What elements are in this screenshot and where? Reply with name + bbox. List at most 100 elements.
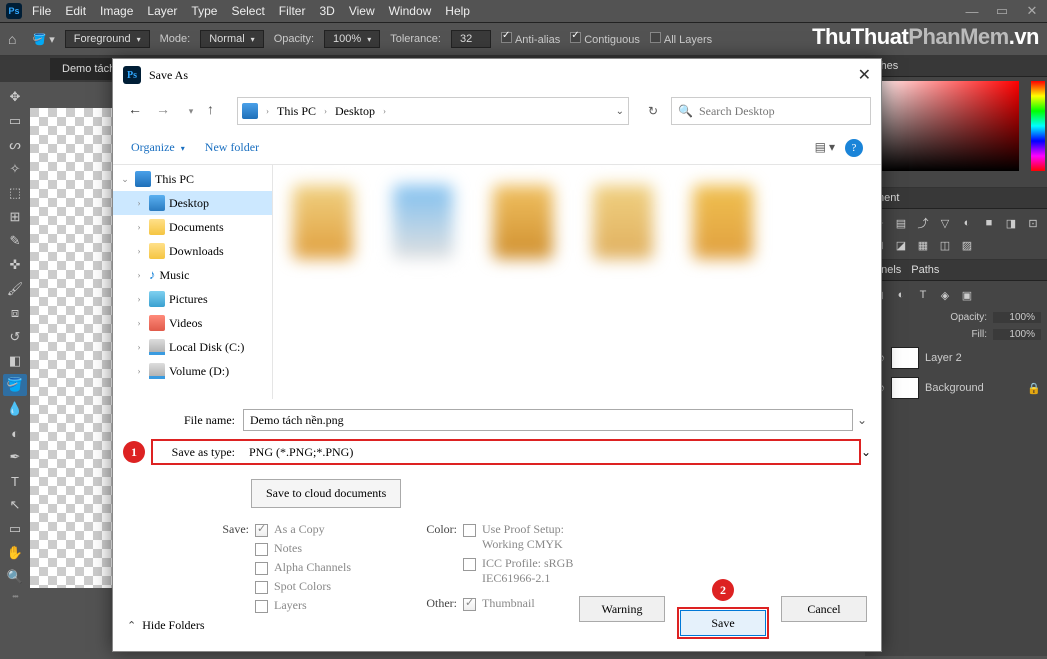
refresh-button[interactable]: ↻ [639,97,667,125]
menu-view[interactable]: View [349,4,375,18]
paint-bucket-tool[interactable]: 🪣 [3,374,27,396]
menu-edit[interactable]: Edit [65,4,86,18]
breadcrumb-bar[interactable]: › This PC › Desktop › ⌄ [237,97,629,125]
path-select-tool[interactable]: ↖ [3,494,27,516]
layer-opacity-value[interactable]: 100% [993,312,1041,323]
mode-dropdown[interactable]: Normal▾ [200,30,263,48]
adj-invert-icon[interactable]: ◪ [893,237,909,253]
filename-input[interactable]: Demo tách nền.png [243,409,853,431]
tree-disk-d[interactable]: ›Volume (D:) [113,359,272,383]
hand-tool[interactable]: ✋ [3,542,27,564]
help-button[interactable]: ? [845,139,863,157]
move-tool[interactable]: ✥ [3,86,27,108]
dialog-close-button[interactable]: ✕ [858,65,871,85]
quick-select-tool[interactable]: ✧ [3,158,27,180]
file-item[interactable] [293,185,353,259]
pen-tool[interactable]: ✒ [3,446,27,468]
menu-filter[interactable]: Filter [279,4,306,18]
save-to-cloud-button[interactable]: Save to cloud documents [251,479,401,508]
tree-pictures[interactable]: ›Pictures [113,287,272,311]
menu-3d[interactable]: 3D [319,4,334,18]
adj-levels-icon[interactable]: ▤ [893,215,909,231]
savetype-caret[interactable]: ⌄ [861,445,871,460]
tree-this-pc[interactable]: ⌄This PC [113,167,272,191]
heal-tool[interactable]: ✜ [3,254,27,276]
lasso-tool[interactable]: ᔕ [3,134,27,156]
nav-up-button[interactable]: ↑ [207,103,227,119]
type-filter-icon[interactable]: T [915,287,931,303]
tree-desktop[interactable]: ›Desktop [113,191,272,215]
adj-photo-filter-icon[interactable]: ⊡ [1025,215,1041,231]
file-item[interactable] [493,185,553,259]
thumbnail-checkbox[interactable] [463,598,476,611]
opacity-value[interactable]: 100%▾ [324,30,380,48]
dodge-tool[interactable]: ◐ [3,422,27,444]
organize-button[interactable]: Organize▾ [131,140,185,155]
menu-type[interactable]: Type [191,4,217,18]
tree-downloads[interactable]: ›Downloads [113,239,272,263]
adj-threshold-icon[interactable]: ◫ [937,237,953,253]
shape-filter-icon[interactable]: ◈ [937,287,953,303]
window-minimize[interactable]: — [957,1,987,21]
file-item[interactable] [393,185,453,259]
layer-row-layer2[interactable]: 👁Layer 2 [865,343,1047,373]
menu-window[interactable]: Window [389,4,432,18]
paths-tab[interactable]: Paths [911,264,939,276]
nav-forward-button[interactable]: → [151,103,175,119]
file-item[interactable] [693,185,753,259]
eraser-tool[interactable]: ◧ [3,350,27,372]
color-picker-box[interactable] [869,81,1019,171]
layer-fill-value[interactable]: 100% [993,329,1041,340]
brush-tool[interactable]: 🖌 [3,278,27,300]
crop-tool[interactable]: ⬚ [3,182,27,204]
menu-select[interactable]: Select [231,4,264,18]
antialias-checkbox[interactable]: Anti-alias [501,32,560,46]
adj-hue-icon[interactable]: ■ [981,215,997,231]
hue-slider[interactable] [1031,81,1045,171]
adj-exposure-icon[interactable]: ▽ [937,215,953,231]
filename-dropdown[interactable]: ⌄ [853,413,871,428]
history-brush-tool[interactable]: ↺ [3,326,27,348]
zoom-tool[interactable]: 🔍 [3,566,27,588]
lock-icon[interactable]: 🔒 [1027,382,1041,395]
frame-tool[interactable]: ⊞ [3,206,27,228]
adj-bw-icon[interactable]: ◨ [1003,215,1019,231]
bucket-tool-icon[interactable]: 🪣 ▾ [32,33,54,46]
tree-documents[interactable]: ›Documents [113,215,272,239]
cancel-button[interactable]: Cancel [781,596,867,622]
crumb-desktop[interactable]: Desktop [335,104,375,119]
menu-help[interactable]: Help [445,4,470,18]
mask-icon[interactable]: ◐ [893,287,909,303]
file-pane[interactable] [273,165,881,399]
crumb-this-pc[interactable]: This PC [277,104,316,119]
tree-videos[interactable]: ›Videos [113,311,272,335]
all-layers-checkbox[interactable]: All Layers [650,32,712,46]
foreground-dropdown[interactable]: Foreground▾ [65,30,150,48]
search-input[interactable]: 🔍 Search Desktop [671,97,871,125]
menu-file[interactable]: File [32,4,51,18]
home-icon[interactable]: ⌂ [8,31,16,47]
adj-vibrance-icon[interactable]: ◐ [959,215,975,231]
nav-recent-button[interactable]: ▾ [179,106,203,117]
tolerance-value[interactable]: 32 [451,30,491,48]
view-mode-button[interactable]: ▤ ▾ [815,140,835,155]
savetype-dropdown[interactable]: PNG (*.PNG;*.PNG) [243,441,859,463]
marquee-tool[interactable]: ▭ [3,110,27,132]
eyedropper-tool[interactable]: ✎ [3,230,27,252]
type-tool[interactable]: T [3,470,27,492]
window-close[interactable]: ✕ [1017,1,1047,21]
contiguous-checkbox[interactable]: Contiguous [570,32,640,46]
layer-row-background[interactable]: 👁Background🔒 [865,373,1047,403]
shape-tool[interactable]: ▭ [3,518,27,540]
tree-music[interactable]: ›♪Music [113,263,272,287]
save-button[interactable]: Save [680,610,766,636]
edit-toolbar-button[interactable]: ••• [12,592,17,601]
adj-map-icon[interactable]: ▨ [959,237,975,253]
menu-layer[interactable]: Layer [147,4,177,18]
adj-poster-icon[interactable]: ▦ [915,237,931,253]
warning-button[interactable]: Warning [579,596,665,622]
window-maximize[interactable]: ▭ [987,1,1017,21]
as-copy-checkbox[interactable] [255,524,268,537]
new-folder-button[interactable]: New folder [205,140,259,155]
menu-image[interactable]: Image [100,4,133,18]
